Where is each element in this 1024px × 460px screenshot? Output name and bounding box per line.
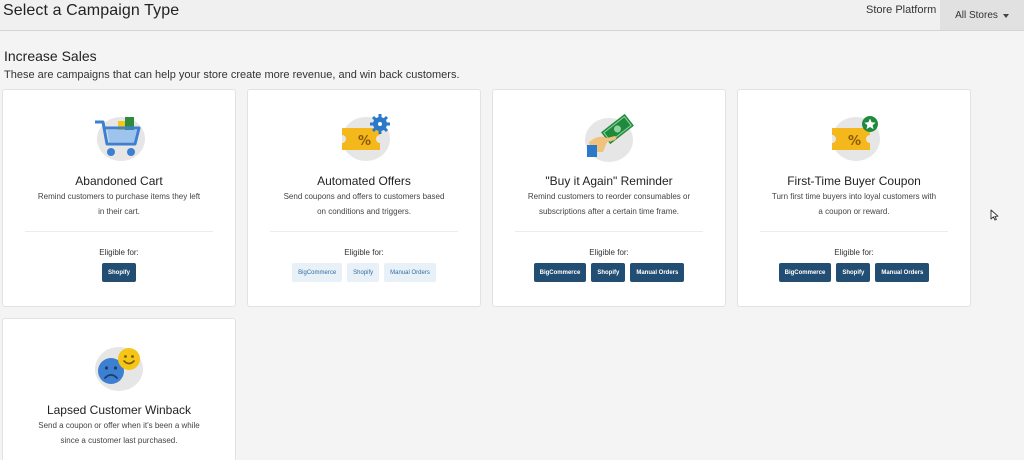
eligible-badges: BigCommerce Shopify Manual Orders <box>493 263 725 282</box>
caret-down-icon <box>1002 13 1009 18</box>
divider <box>515 231 703 232</box>
card-title: First-Time Buyer Coupon <box>787 174 921 188</box>
badge-shopify: Shopify <box>102 263 136 282</box>
svg-text:%: % <box>358 134 371 149</box>
card-description-line: Send coupons and offers to customers bas… <box>283 192 445 201</box>
eligible-label: Eligible for: <box>834 248 874 257</box>
badge-bigcommerce: BigCommerce <box>778 263 832 282</box>
coupon-star-icon: % <box>826 112 882 164</box>
all-stores-value: All Stores <box>955 9 998 21</box>
campaign-card-lapsed-customer-winback[interactable]: Lapsed Customer Winback Send a coupon or… <box>2 318 236 460</box>
card-description-line: Remind customers to purchase items they … <box>37 192 201 201</box>
badge-manual-orders: Manual Orders <box>384 263 436 282</box>
eligible-label: Eligible for: <box>589 248 629 257</box>
top-bar: Select a Campaign Type Store Platform Al… <box>0 0 1024 31</box>
section-description: These are campaigns that can help your s… <box>4 69 460 81</box>
card-description-line: in their cart. <box>98 207 140 216</box>
campaign-card-abandoned-cart[interactable]: Abandoned Cart Remind customers to purch… <box>2 89 236 307</box>
card-description: Remind customers to reorder consumables … <box>509 189 709 219</box>
eligible-label: Eligible for: <box>99 248 139 257</box>
eligible-badges: Shopify <box>3 263 235 282</box>
store-platform-label: Store Platform <box>866 4 937 16</box>
coupon-gear-icon: % <box>336 112 392 164</box>
badge-manual-orders: Manual Orders <box>630 263 685 282</box>
all-stores-dropdown[interactable]: All Stores <box>940 0 1024 30</box>
shopping-cart-icon <box>91 112 147 164</box>
mouse-pointer-icon <box>990 208 1000 221</box>
eligible-label: Eligible for: <box>344 248 384 257</box>
badge-shopify: Shopify <box>347 263 380 282</box>
card-description-line: Turn first time buyers into loyal custom… <box>771 192 937 201</box>
divider <box>270 231 458 232</box>
campaign-card-buy-it-again[interactable]: "Buy it Again" Reminder Remind customers… <box>492 89 726 307</box>
sad-happy-faces-icon <box>91 341 147 393</box>
card-title: "Buy it Again" Reminder <box>545 174 673 188</box>
card-description: Send coupons and offers to customers bas… <box>264 189 464 219</box>
card-description-line: Remind customers to reorder consumables … <box>527 192 691 201</box>
divider <box>25 231 213 232</box>
card-description-line: Send a coupon or offer when it's been a … <box>38 421 200 430</box>
card-description-line: a coupon or reward. <box>818 207 890 216</box>
campaign-card-automated-offers[interactable]: % Automated Offers Send coupons and offe… <box>247 89 481 307</box>
card-description-line: on conditions and triggers. <box>317 207 411 216</box>
card-description-line: subscriptions after a certain time frame… <box>538 207 680 216</box>
badge-manual-orders: Manual Orders <box>875 263 930 282</box>
eligible-badges: BigCommerce Shopify Manual Orders <box>738 263 970 282</box>
card-title: Abandoned Cart <box>75 174 163 188</box>
badge-shopify: Shopify <box>591 263 626 282</box>
section-title: Increase Sales <box>4 48 97 64</box>
card-description: Turn first time buyers into loyal custom… <box>754 189 954 219</box>
campaign-card-first-time-buyer-coupon[interactable]: % First-Time Buyer Coupon Turn first tim… <box>737 89 971 307</box>
card-description-line: since a customer last purchased. <box>60 436 178 445</box>
svg-text:%: % <box>848 134 861 149</box>
card-title: Automated Offers <box>317 174 411 188</box>
badge-bigcommerce: BigCommerce <box>533 263 587 282</box>
card-title: Lapsed Customer Winback <box>46 403 192 417</box>
card-description: Send a coupon or offer when it's been a … <box>19 418 219 448</box>
divider <box>760 231 948 232</box>
page-title: Select a Campaign Type <box>3 2 180 19</box>
cash-hand-icon <box>581 112 637 164</box>
badge-bigcommerce: BigCommerce <box>292 263 343 282</box>
badge-shopify: Shopify <box>836 263 871 282</box>
card-description: Remind customers to purchase items they … <box>19 189 219 219</box>
eligible-badges: BigCommerce Shopify Manual Orders <box>248 263 480 282</box>
